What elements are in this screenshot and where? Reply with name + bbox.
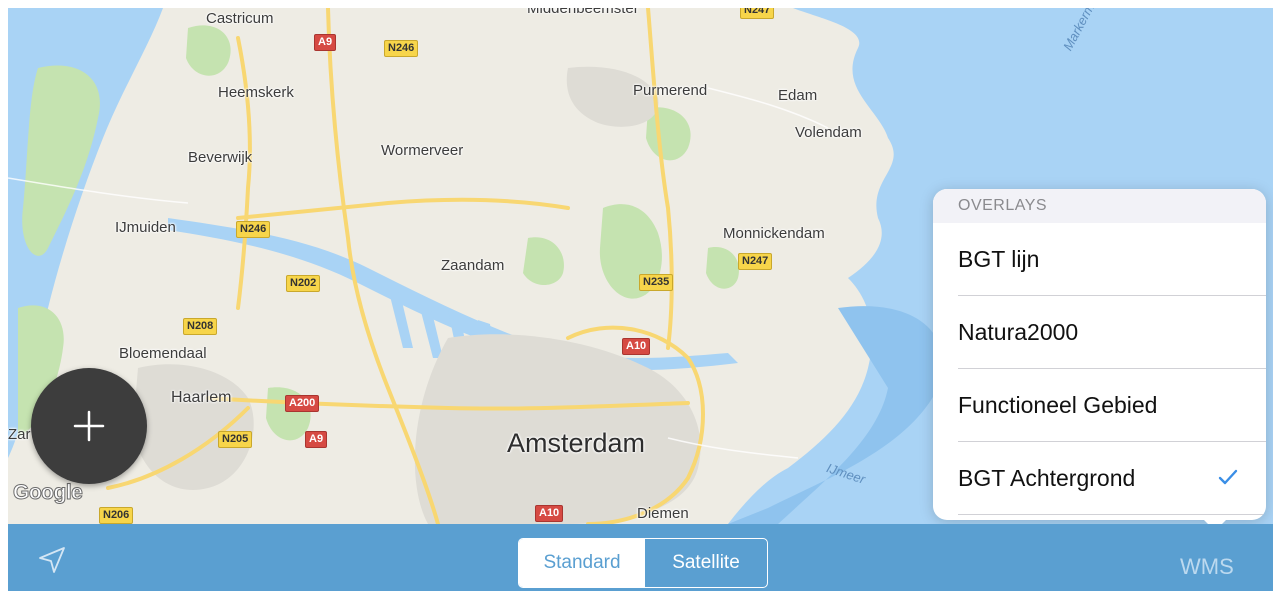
wms-button[interactable]: WMS (1180, 554, 1234, 580)
road-shield: N206 (99, 507, 134, 524)
map-label-ijmuiden: IJmuiden (115, 219, 176, 236)
map-label-zandvoort: Zar (8, 426, 31, 443)
road-shield: N205 (218, 431, 253, 448)
map-type-satellite[interactable]: Satellite (645, 539, 767, 587)
road-shield: A9 (305, 431, 328, 448)
overlays-header: OVERLAYS (933, 189, 1266, 223)
map-label-monnickendam: Monnickendam (723, 225, 825, 242)
road-shield: A9 (314, 34, 337, 51)
overlay-item-functioneel-gebied[interactable]: Functioneel Gebied (933, 369, 1266, 442)
map-label-volendam: Volendam (795, 124, 862, 141)
map-label-middenbeemster: Middenbeemster (527, 8, 639, 17)
road-shield: N247 (738, 253, 773, 270)
overlay-item-bgt-lijn[interactable]: BGT lijn (933, 223, 1266, 296)
map-label-heemskerk: Heemskerk (218, 84, 294, 101)
location-arrow-icon[interactable] (38, 546, 66, 574)
overlays-popover: OVERLAYS BGT lijn Natura2000 Functioneel… (933, 189, 1266, 520)
app-window: Castricum Middenbeemster Heemskerk Purme… (8, 8, 1273, 591)
map-label-wormerveer: Wormerveer (381, 142, 464, 159)
overlay-item-natura2000[interactable]: Natura2000 (933, 296, 1266, 369)
map-type-standard[interactable]: Standard (519, 539, 645, 587)
road-shield: A10 (622, 338, 651, 355)
road-shield: A10 (535, 505, 564, 522)
plus-icon (73, 410, 105, 442)
road-shield: N235 (639, 274, 674, 291)
map-label-beverwijk: Beverwijk (188, 149, 253, 166)
checkmark-icon (1218, 469, 1238, 485)
road-shield: N202 (286, 275, 321, 292)
map-label-diemen: Diemen (637, 505, 689, 522)
map-label-edam: Edam (778, 87, 818, 104)
add-button[interactable] (31, 368, 147, 484)
google-logo: Google (12, 481, 83, 505)
road-shield: N246 (384, 40, 419, 57)
map-label-bloemendaal: Bloemendaal (119, 345, 207, 362)
map-label-zaandam: Zaandam (441, 257, 505, 274)
overlay-item-label: Functioneel Gebied (958, 392, 1158, 418)
map-label-castricum: Castricum (206, 10, 274, 27)
bottom-toolbar: Standard Satellite WMS (8, 524, 1273, 591)
overlay-item-bgt-achtergrond[interactable]: BGT Achtergrond (933, 442, 1266, 515)
map-type-segmented-control: Standard Satellite (518, 538, 768, 588)
overlay-item-label: BGT lijn (958, 246, 1040, 272)
road-shield: N208 (183, 318, 218, 335)
overlay-item-label: BGT Achtergrond (958, 465, 1136, 491)
map-label-haarlem: Haarlem (171, 389, 232, 406)
road-shield: A200 (285, 395, 320, 412)
map-label-amsterdam: Amsterdam (507, 428, 646, 458)
overlay-item-label: Natura2000 (958, 319, 1079, 345)
road-shield: N247 (740, 8, 775, 19)
road-shield: N246 (236, 221, 271, 238)
map-label-purmerend: Purmerend (633, 82, 708, 99)
